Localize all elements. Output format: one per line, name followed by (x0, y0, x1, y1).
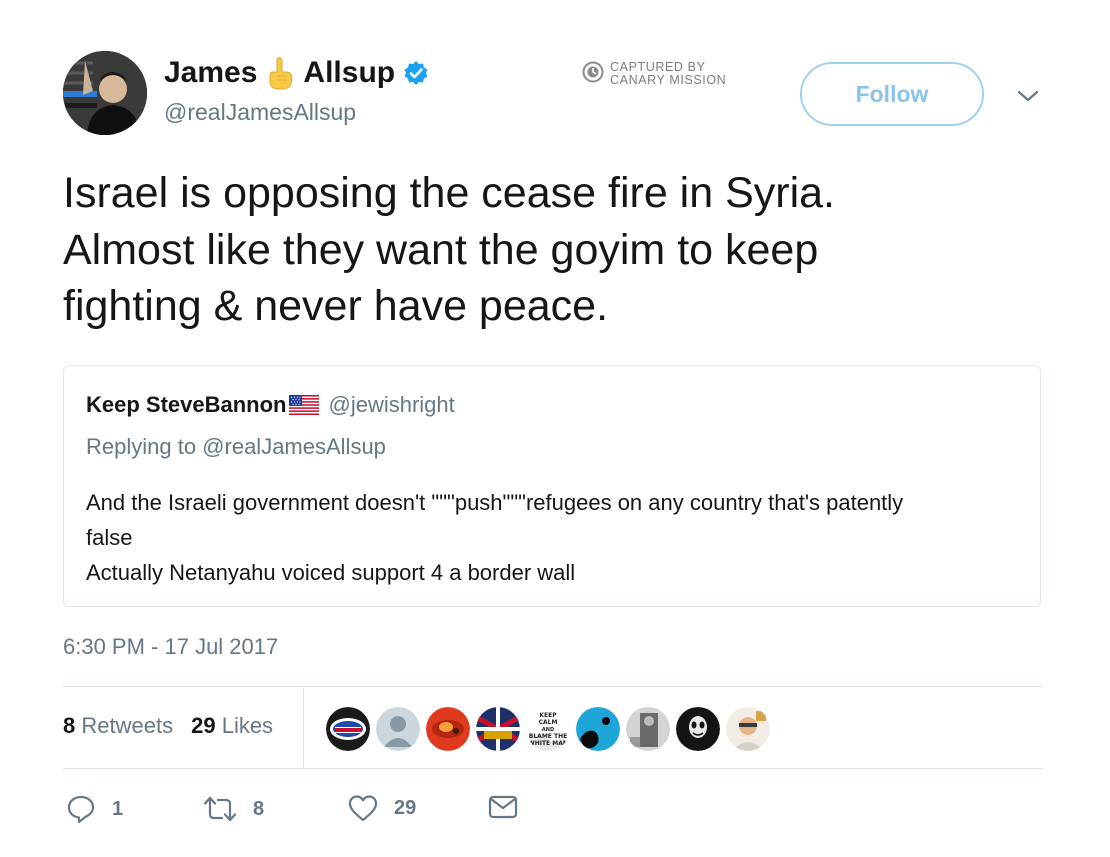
canary-mission-watermark: CAPTURED BY CANARY MISSION (582, 61, 726, 87)
retweet-button[interactable]: 8 (203, 794, 264, 824)
tweet-text-line: fighting & never have peace. (63, 282, 609, 330)
author-first-name: James (164, 56, 258, 89)
tweet-container: James Allsup @realJamesAllsup CAPTURED B… (0, 0, 1110, 857)
tweet-text: Israel is opposing the cease fire in Syr… (63, 165, 1023, 335)
quoted-text-line: And the Israeli government doesn't """pu… (86, 490, 904, 515)
verified-badge-icon (403, 60, 429, 86)
clock-icon (582, 61, 604, 83)
red-avatar[interactable] (426, 707, 470, 751)
keep-calm-line: CALM (539, 719, 558, 726)
author-avatar-image (63, 51, 147, 135)
quoted-tweet-card[interactable]: Keep SteveBannon @jewishright Replying t… (63, 365, 1041, 607)
watermark-text: CAPTURED BY CANARY MISSION (610, 61, 726, 87)
reply-count: 1 (112, 797, 124, 820)
retweets-count: 8 (63, 713, 76, 738)
quoted-tweet-text: And the Israeli government doesn't """pu… (86, 485, 1026, 590)
engagement-stats: 8 Retweets 29 Likes (63, 713, 273, 739)
liker-avatars: KEEP CALM AND BLAME THE WHITE MAN (326, 707, 770, 751)
blue-avatar[interactable] (576, 707, 620, 751)
envelope-icon (488, 795, 518, 819)
follow-button[interactable]: Follow (800, 62, 984, 126)
retweet-icon (203, 796, 237, 822)
likes-label: Likes (221, 713, 274, 738)
quoted-replying-to: Replying to @realJamesAllsup (86, 434, 386, 459)
pointing-finger-emoji (265, 56, 295, 90)
likes-stat[interactable]: 29 Likes (191, 713, 273, 739)
watermark-line2: CANARY MISSION (610, 73, 727, 87)
chevron-down-icon[interactable] (1016, 86, 1040, 106)
like-button[interactable]: 29 (348, 794, 416, 822)
dark-avatar[interactable] (676, 707, 720, 751)
default-avatar[interactable] (376, 707, 420, 751)
like-count: 29 (394, 796, 417, 819)
stats-divider (303, 688, 304, 768)
keep-calm-line: KEEP (539, 712, 557, 719)
keep-calm-line: WHITE MAN (528, 740, 568, 747)
keep-calm-avatar[interactable]: KEEP CALM AND BLAME THE WHITE MAN (526, 707, 570, 751)
quoted-tweet-header: Keep SteveBannon @jewishright (86, 392, 455, 418)
quoted-text-line: false (86, 525, 133, 550)
tweet-text-line: Almost like they want the goyim to keep (63, 225, 819, 274)
quoted-author-name: Keep SteveBannon (86, 392, 287, 417)
light-avatar[interactable] (726, 707, 770, 751)
author-handle[interactable]: @realJamesAllsup (164, 99, 356, 126)
likes-count: 29 (191, 713, 216, 738)
retweet-count: 8 (253, 797, 265, 820)
author-last-name: Allsup (303, 56, 396, 89)
quoted-text-line: Actually Netanyahu voiced support 4 a bo… (86, 560, 576, 585)
quoted-author-handle: @jewishright (328, 392, 455, 417)
us-flag-icon (288, 395, 319, 415)
author-display-name[interactable]: James Allsup (164, 56, 429, 90)
heart-icon (348, 795, 378, 822)
reply-button[interactable]: 1 (66, 794, 123, 824)
divider (63, 686, 1043, 687)
gray-avatar[interactable] (626, 707, 670, 751)
retweets-label: Retweets (81, 713, 174, 738)
direct-message-button[interactable] (488, 794, 518, 820)
keep-calm-line: BLAME THE (529, 733, 567, 740)
reply-icon (67, 795, 95, 824)
divider (63, 768, 1043, 769)
voted-sticker-avatar[interactable] (326, 707, 370, 751)
retweets-stat[interactable]: 8 Retweets (63, 713, 173, 739)
tweet-timestamp[interactable]: 6:30 PM - 17 Jul 2017 (63, 634, 278, 660)
author-avatar[interactable] (63, 51, 147, 135)
flag-avatar[interactable] (476, 707, 520, 751)
tweet-text-line: Israel is opposing the cease fire in Syr… (63, 169, 836, 217)
